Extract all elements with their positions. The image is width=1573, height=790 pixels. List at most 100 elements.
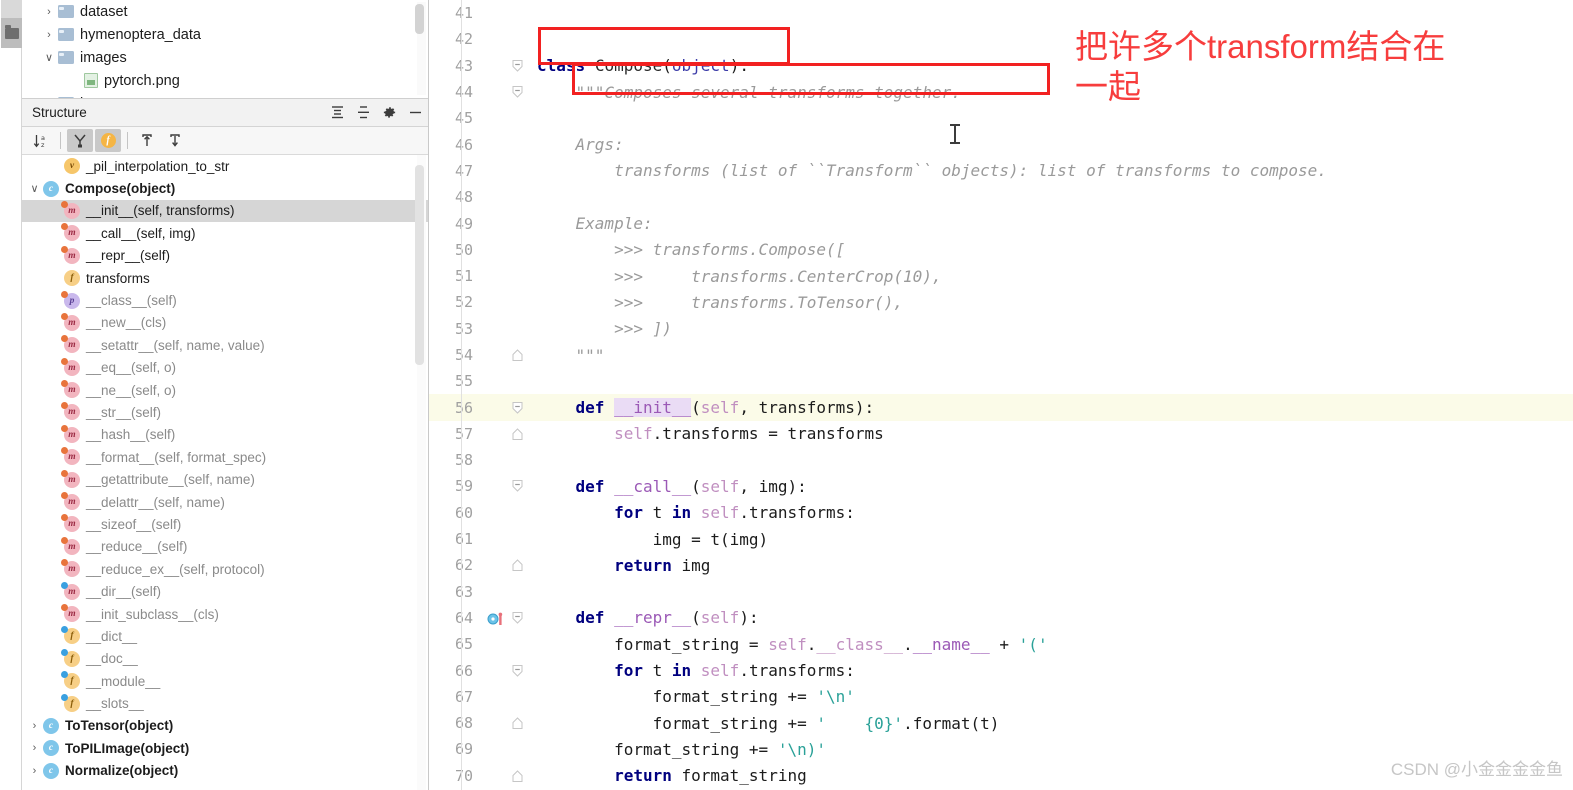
structure-list-item[interactable]: m __getattribute__(self, name): [22, 468, 428, 490]
project-tree-scrollbar-track[interactable]: [415, 2, 426, 95]
code-text[interactable]: >>> ]): [535, 319, 1573, 338]
code-line[interactable]: 65 format_string = self.__class__.__name…: [429, 631, 1573, 657]
code-text[interactable]: """: [535, 346, 1573, 365]
code-line[interactable]: 66 for t in self.transforms:: [429, 657, 1573, 683]
code-line[interactable]: 49 Example:: [429, 210, 1573, 236]
structure-list-item[interactable]: m __dir__(self): [22, 580, 428, 602]
code-line[interactable]: 45: [429, 105, 1573, 131]
gutter-area[interactable]: [485, 736, 535, 762]
tool-window-button-top[interactable]: [1, 0, 22, 18]
code-text[interactable]: self.transforms = transforms: [535, 424, 1573, 443]
fold-end-icon[interactable]: [511, 559, 524, 572]
chevron-right-icon[interactable]: ›: [26, 765, 43, 777]
structure-list-item[interactable]: f __module__: [22, 670, 428, 692]
gutter-area[interactable]: [485, 421, 535, 447]
structure-list-item[interactable]: ∨ c Compose(object): [22, 177, 428, 199]
structure-list-item[interactable]: v _pil_interpolation_to_str: [22, 155, 428, 177]
gutter-area[interactable]: [485, 552, 535, 578]
code-line[interactable]: 60 for t in self.transforms:: [429, 500, 1573, 526]
fold-end-icon[interactable]: [511, 769, 524, 782]
gutter-area[interactable]: [485, 237, 535, 263]
gutter-area[interactable]: [485, 368, 535, 394]
code-line[interactable]: 51 >>> transforms.CenterCrop(10),: [429, 263, 1573, 289]
fold-end-icon[interactable]: [511, 427, 524, 440]
code-text[interactable]: for t in self.transforms:: [535, 503, 1573, 522]
structure-list-item[interactable]: f __doc__: [22, 648, 428, 670]
gutter-area[interactable]: [485, 657, 535, 683]
code-line[interactable]: 57 self.transforms = transforms: [429, 421, 1573, 447]
minimize-icon[interactable]: [402, 100, 428, 126]
gutter-area[interactable]: [485, 289, 535, 315]
gutter-area[interactable]: [485, 710, 535, 736]
code-text[interactable]: >>> transforms.CenterCrop(10),: [535, 267, 1573, 286]
structure-list-item[interactable]: m __format__(self, format_spec): [22, 446, 428, 468]
chevron-right-icon[interactable]: ›: [26, 742, 43, 754]
gutter-area[interactable]: [485, 105, 535, 131]
gutter-area[interactable]: [485, 210, 535, 236]
structure-list-item[interactable]: m __new__(cls): [22, 312, 428, 334]
code-text[interactable]: format_string = self.__class__.__name__ …: [535, 635, 1573, 654]
structure-list-item[interactable]: m __reduce_ex__(self, protocol): [22, 558, 428, 580]
code-text[interactable]: Args:: [535, 135, 1573, 154]
structure-list-item[interactable]: p __class__(self): [22, 289, 428, 311]
collapse-all-icon[interactable]: [324, 100, 350, 126]
override-method-icon[interactable]: [487, 611, 509, 625]
code-line[interactable]: 52 >>> transforms.ToTensor(),: [429, 289, 1573, 315]
gutter-area[interactable]: [485, 684, 535, 710]
code-line[interactable]: 59 def __call__(self, img):: [429, 473, 1573, 499]
structure-list-item[interactable]: m __setattr__(self, name, value): [22, 334, 428, 356]
gutter-area[interactable]: [485, 26, 535, 52]
gutter-area[interactable]: [485, 53, 535, 79]
gutter-area[interactable]: [485, 342, 535, 368]
gutter-area[interactable]: [485, 158, 535, 184]
structure-list-item[interactable]: › c ToTensor(object): [22, 715, 428, 737]
code-text[interactable]: format_string += ' {0}'.format(t): [535, 714, 1573, 733]
project-tree-item[interactable]: › dataset: [22, 0, 428, 23]
code-editor[interactable]: 41 42 43 class Compose(object): 44 """Compos…: [429, 0, 1573, 790]
gear-icon[interactable]: [376, 100, 402, 126]
gutter-area[interactable]: [485, 473, 535, 499]
code-text[interactable]: for t in self.transforms:: [535, 661, 1573, 680]
chevron-right-icon[interactable]: ›: [40, 98, 58, 99]
fold-toggle-icon[interactable]: [511, 401, 524, 414]
structure-list-item[interactable]: m __init_subclass__(cls): [22, 603, 428, 625]
structure-scrollbar-thumb[interactable]: [415, 165, 424, 365]
gutter-area[interactable]: [485, 316, 535, 342]
fold-toggle-icon[interactable]: [511, 664, 524, 677]
fold-end-icon[interactable]: [511, 349, 524, 362]
code-line[interactable]: 41: [429, 0, 1573, 26]
fold-end-icon[interactable]: [511, 717, 524, 730]
show-inherited-icon[interactable]: [67, 129, 93, 152]
code-line[interactable]: 47 transforms (list of ``Transform`` obj…: [429, 158, 1573, 184]
code-line[interactable]: 56 def __init__(self, transforms):: [429, 394, 1573, 421]
structure-list-item[interactable]: m __delattr__(self, name): [22, 491, 428, 513]
project-tree-item[interactable]: › logs: [22, 92, 428, 99]
scroll-to-source-icon[interactable]: [162, 129, 188, 152]
code-line[interactable]: 68 format_string += ' {0}'.format(t): [429, 710, 1573, 736]
code-line[interactable]: 61 img = t(img): [429, 526, 1573, 552]
gutter-area[interactable]: [485, 605, 535, 631]
code-line[interactable]: 67 format_string += '\n': [429, 684, 1573, 710]
fold-toggle-icon[interactable]: [511, 480, 524, 493]
code-text[interactable]: img = t(img): [535, 530, 1573, 549]
gutter-area[interactable]: [485, 184, 535, 210]
code-text[interactable]: transforms (list of ``Transform`` object…: [535, 161, 1573, 180]
code-line[interactable]: 55: [429, 368, 1573, 394]
structure-list-item[interactable]: m __call__(self, img): [22, 222, 428, 244]
fold-toggle-icon[interactable]: [511, 611, 524, 624]
structure-list-item[interactable]: m __hash__(self): [22, 424, 428, 446]
gutter-area[interactable]: [485, 526, 535, 552]
project-tree[interactable]: › dataset › hymenoptera_data ∨ images pytorch.…: [22, 0, 428, 99]
chevron-right-icon[interactable]: ›: [40, 6, 58, 18]
structure-scrollbar-track[interactable]: [415, 155, 426, 790]
code-text[interactable]: def __call__(self, img):: [535, 477, 1573, 496]
structure-list[interactable]: v _pil_interpolation_to_str ∨ c Compose(obje…: [22, 155, 428, 790]
code-text[interactable]: return img: [535, 556, 1573, 575]
code-line[interactable]: 58: [429, 447, 1573, 473]
fold-toggle-icon[interactable]: [511, 86, 524, 99]
gutter-area[interactable]: [485, 79, 535, 105]
gutter-area[interactable]: [485, 631, 535, 657]
fold-toggle-icon[interactable]: [511, 59, 524, 72]
gutter-area[interactable]: [485, 0, 535, 26]
chevron-right-icon[interactable]: ›: [26, 720, 43, 732]
